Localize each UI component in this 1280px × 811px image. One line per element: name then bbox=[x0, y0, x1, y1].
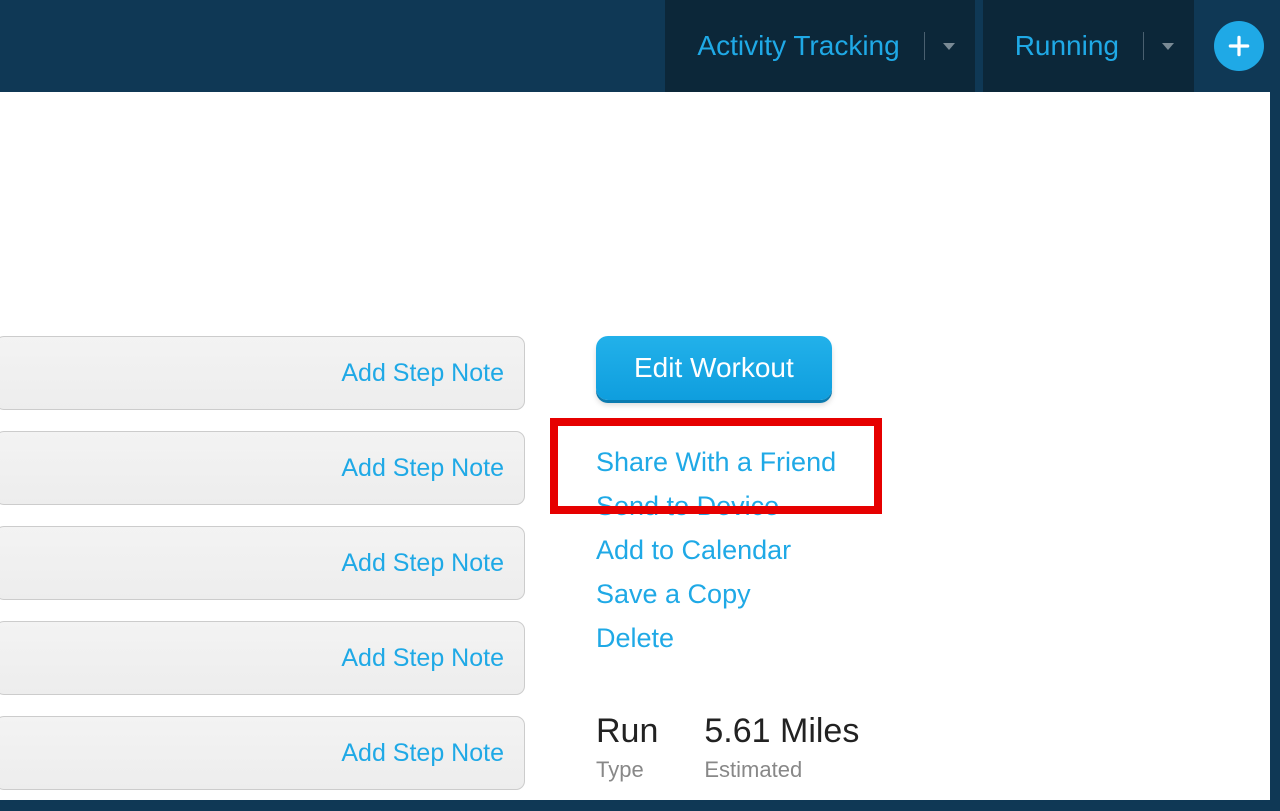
right-edge-strip bbox=[1270, 92, 1280, 800]
step-card[interactable]: Add Step Note bbox=[0, 526, 525, 600]
delete-link[interactable]: Delete bbox=[596, 616, 976, 660]
stat-label: Estimated bbox=[704, 757, 859, 783]
step-card[interactable]: Add Step Note bbox=[0, 621, 525, 695]
stat-label: Type bbox=[596, 757, 658, 783]
plus-icon bbox=[1226, 33, 1252, 59]
add-step-note-link[interactable]: Add Step Note bbox=[341, 549, 504, 578]
add-step-note-link[interactable]: Add Step Note bbox=[341, 454, 504, 483]
save-a-copy-link[interactable]: Save a Copy bbox=[596, 572, 976, 616]
add-step-note-link[interactable]: Add Step Note bbox=[341, 644, 504, 673]
step-card[interactable]: Add Step Note bbox=[0, 716, 525, 790]
chevron-down-icon[interactable] bbox=[943, 43, 955, 50]
top-navbar: Activity Tracking Running bbox=[0, 0, 1280, 92]
steps-column: Add Step Note Add Step Note Add Step Not… bbox=[0, 336, 525, 811]
edit-workout-button[interactable]: Edit Workout bbox=[596, 336, 832, 400]
stat-type: Run Type bbox=[596, 712, 658, 783]
add-step-note-link[interactable]: Add Step Note bbox=[341, 739, 504, 768]
workout-stats: Run Type 5.61 Miles Estimated bbox=[596, 712, 859, 783]
share-with-friend-link[interactable]: Share With a Friend bbox=[596, 440, 976, 484]
step-card[interactable]: Add Step Note bbox=[0, 336, 525, 410]
nav-tab-label: Running bbox=[1015, 30, 1119, 62]
actions-column: Edit Workout Share With a Friend Send to… bbox=[596, 336, 976, 660]
nav-tab-activity-tracking[interactable]: Activity Tracking bbox=[665, 0, 974, 92]
nav-tab-label: Activity Tracking bbox=[697, 30, 899, 62]
stat-distance: 5.61 Miles Estimated bbox=[704, 712, 859, 783]
divider bbox=[1143, 32, 1144, 60]
stat-value: 5.61 Miles bbox=[704, 712, 859, 751]
divider bbox=[924, 32, 925, 60]
send-to-device-link[interactable]: Send to Device bbox=[596, 484, 976, 528]
content-area: Add Step Note Add Step Note Add Step Not… bbox=[0, 92, 1280, 800]
add-button[interactable] bbox=[1214, 21, 1264, 71]
stat-value: Run bbox=[596, 712, 658, 751]
chevron-down-icon[interactable] bbox=[1162, 43, 1174, 50]
step-card[interactable]: Add Step Note bbox=[0, 431, 525, 505]
add-step-note-link[interactable]: Add Step Note bbox=[341, 359, 504, 388]
action-links: Share With a Friend Send to Device Add t… bbox=[596, 440, 976, 660]
add-to-calendar-link[interactable]: Add to Calendar bbox=[596, 528, 976, 572]
nav-tab-running[interactable]: Running bbox=[983, 0, 1194, 92]
